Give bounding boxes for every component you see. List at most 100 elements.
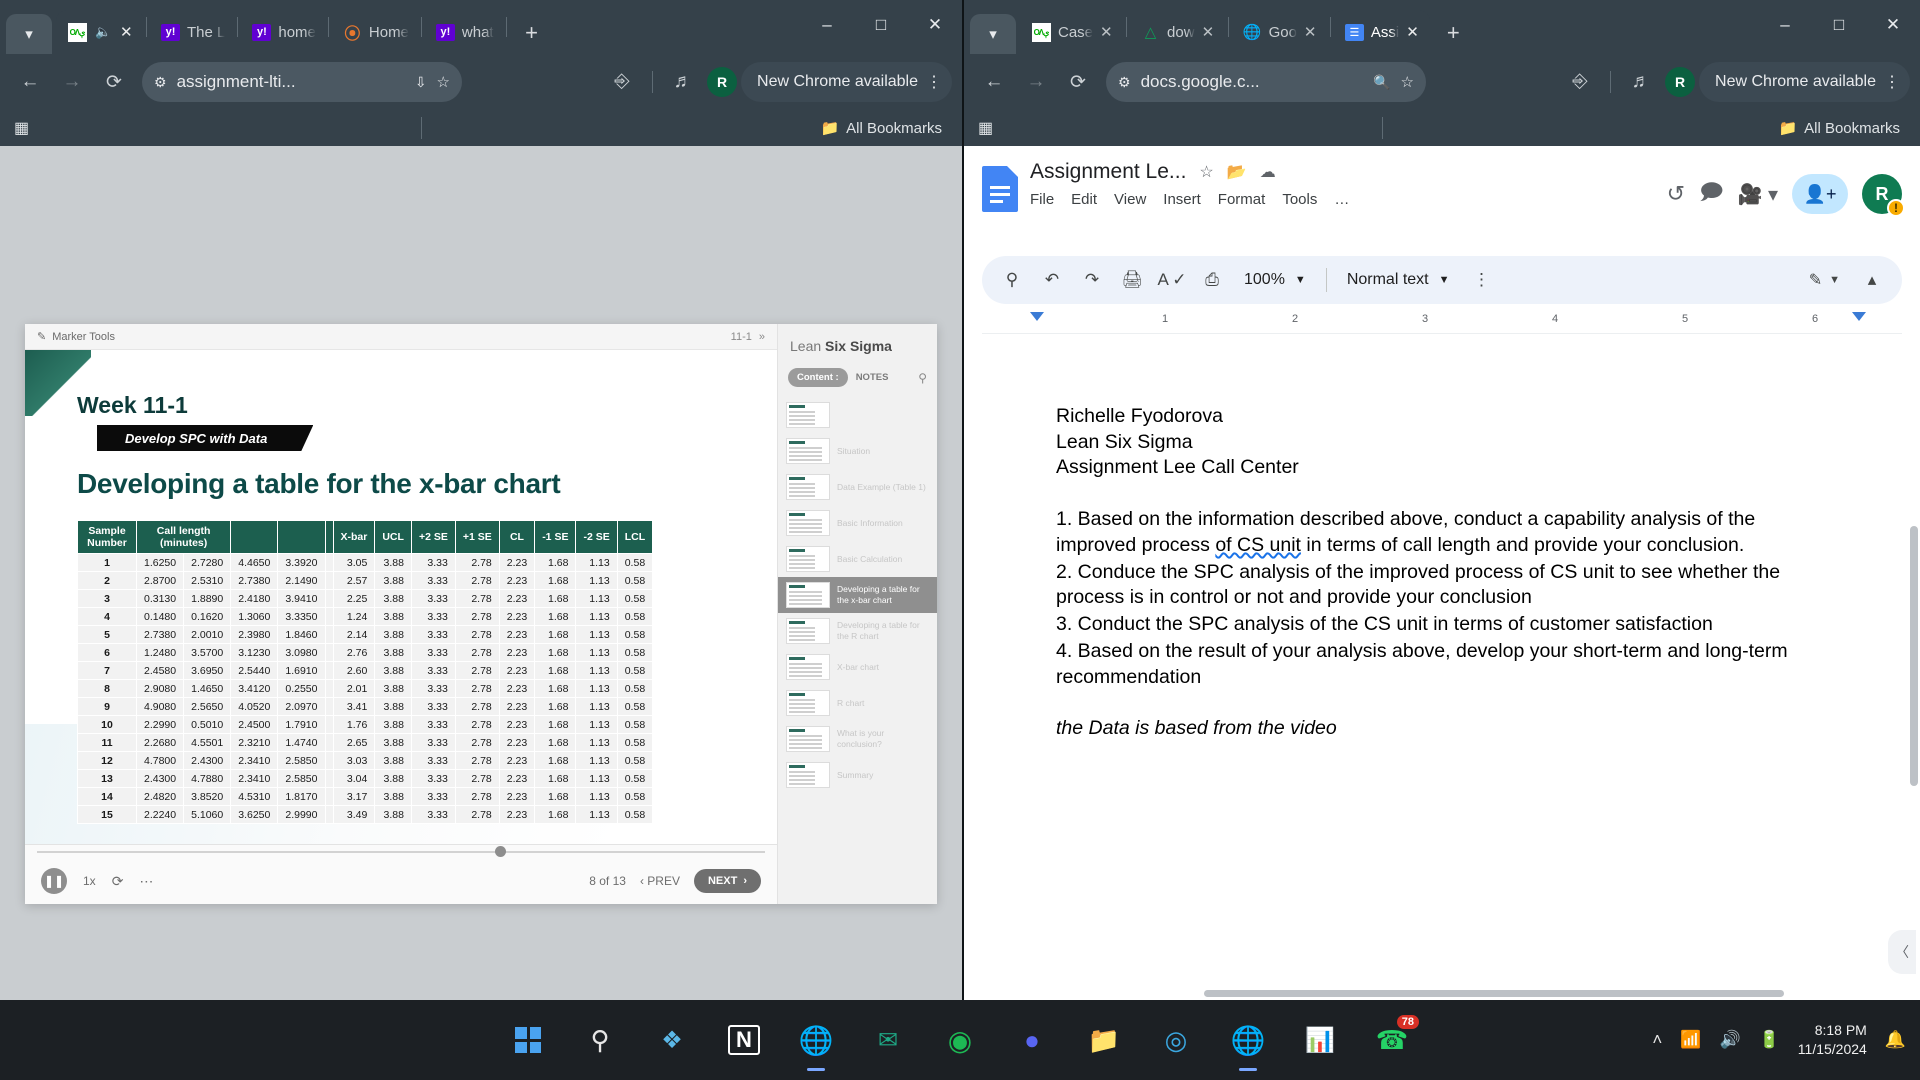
address-bar-left[interactable]: ⚙ assignment-lti... ⇩ ☆ xyxy=(142,62,462,102)
slide-thumb-item[interactable]: Situation xyxy=(778,433,937,469)
tab-right-3[interactable]: ☰ Assi ✕ xyxy=(1332,10,1431,54)
slide-thumb-item[interactable]: Basic Calculation xyxy=(778,541,937,577)
collapse-toolbar-icon[interactable]: ▴ xyxy=(1854,262,1890,298)
close-tab-icon[interactable]: ✕ xyxy=(1304,23,1318,41)
replay-icon[interactable]: ⟳ xyxy=(112,873,124,890)
back-icon[interactable]: ← xyxy=(974,62,1014,102)
slide-thumb-item[interactable]: Developing a table for the R chart xyxy=(778,613,937,649)
close-window-button[interactable]: ✕ xyxy=(1866,0,1920,50)
star-icon[interactable]: ☆ xyxy=(1199,162,1213,182)
taskbar-chrome[interactable]: 🌐 xyxy=(793,1017,839,1063)
tab-left-2[interactable]: y! home xyxy=(240,10,326,54)
close-tab-icon[interactable]: ✕ xyxy=(1406,23,1420,41)
search-icon[interactable]: ⚲ xyxy=(918,371,927,385)
media-controls-icon[interactable]: ♬ xyxy=(1621,62,1661,102)
menu-view[interactable]: View xyxy=(1114,191,1146,208)
next-button[interactable]: NEXT › xyxy=(693,869,761,893)
pause-button[interactable]: ❚❚ xyxy=(41,868,67,894)
reload-icon[interactable]: ⟳ xyxy=(1058,62,1098,102)
extensions-icon[interactable]: ⎆ xyxy=(1560,62,1600,102)
editing-mode-button[interactable]: ✎ ▼ xyxy=(1799,262,1850,298)
horizontal-scrollbar-area[interactable] xyxy=(964,988,1920,998)
close-window-button[interactable]: ✕ xyxy=(908,0,962,50)
tab-left-3[interactable]: ⦿ Home xyxy=(331,10,419,54)
apps-grid-icon[interactable]: ▦ xyxy=(14,118,29,138)
forward-icon[interactable]: → xyxy=(52,62,92,102)
left-indent-marker[interactable] xyxy=(1030,312,1044,321)
move-to-folder-icon[interactable]: 📂 xyxy=(1227,162,1247,182)
document-page[interactable]: Richelle Fyodorova Lean Six Sigma Assign… xyxy=(992,348,1892,797)
slide-thumb-item[interactable]: Basic Information xyxy=(778,505,937,541)
taskbar-whatsapp[interactable]: ☎ 78 xyxy=(1369,1015,1419,1063)
print-icon[interactable]: 🖨 xyxy=(1114,262,1150,298)
minimize-button[interactable]: – xyxy=(1758,0,1812,50)
taskbar-file-explorer[interactable]: 📁 xyxy=(1081,1017,1127,1063)
tab-right-2[interactable]: 🌐 Goo ✕ xyxy=(1231,10,1328,54)
horizontal-scrollbar-thumb[interactable] xyxy=(1204,990,1784,997)
playback-speed[interactable]: 1x xyxy=(83,874,96,888)
search-icon[interactable]: ⚲ xyxy=(994,262,1030,298)
taskbar-charts-app[interactable]: 📊 xyxy=(1297,1017,1343,1063)
slide-thumb-item[interactable]: R chart xyxy=(778,685,937,721)
menu-more[interactable]: … xyxy=(1334,191,1349,208)
avatar[interactable]: R ! xyxy=(1862,174,1905,217)
slide-thumb-item[interactable]: Summary xyxy=(778,757,937,793)
taskbar-copilot[interactable]: ❖ xyxy=(649,1017,695,1063)
version-history-icon[interactable]: ↺ xyxy=(1667,181,1685,207)
audio-playing-icon[interactable]: 🔈 xyxy=(94,23,113,42)
tab-right-0[interactable]: OΛې Case ✕ xyxy=(1020,10,1124,54)
tab-content[interactable]: Content : xyxy=(788,368,848,387)
new-tab-button[interactable]: + xyxy=(515,16,549,50)
tray-chevron-icon[interactable]: ˄ xyxy=(1652,1030,1662,1050)
tab-left-1[interactable]: y! The L xyxy=(149,10,235,54)
prev-button[interactable]: ‹ PREV xyxy=(640,874,680,888)
maximize-button[interactable]: □ xyxy=(1812,0,1866,50)
taskbar-search[interactable]: ⚲ xyxy=(577,1017,623,1063)
redo-icon[interactable]: ↷ xyxy=(1074,262,1110,298)
right-indent-marker[interactable] xyxy=(1852,312,1866,321)
taskbar-mail[interactable]: ✉ xyxy=(865,1017,911,1063)
volume-icon[interactable]: 🔊 xyxy=(1719,1030,1740,1050)
text-style-selector[interactable]: Normal text ▼ xyxy=(1337,262,1460,298)
profile-avatar[interactable]: R xyxy=(1665,67,1696,97)
reload-icon[interactable]: ⟳ xyxy=(94,62,134,102)
menu-insert[interactable]: Insert xyxy=(1163,191,1201,208)
bookmark-star-icon[interactable]: ☆ xyxy=(437,73,450,91)
slide-thumb-item[interactable]: X-bar chart xyxy=(778,649,937,685)
more-options-icon[interactable]: ⋯ xyxy=(139,873,153,890)
more-menu-icon[interactable]: ⋮ xyxy=(926,72,942,92)
expand-icon[interactable]: » xyxy=(759,331,765,343)
docs-ruler[interactable]: 1 2 3 4 5 6 xyxy=(982,312,1902,334)
bookmark-star-icon[interactable]: ☆ xyxy=(1401,73,1414,91)
notifications-bell-icon[interactable]: 🔔 xyxy=(1885,1030,1906,1050)
menu-format[interactable]: Format xyxy=(1218,191,1266,208)
battery-icon[interactable]: 🔋 xyxy=(1759,1030,1780,1050)
spellcheck-icon[interactable]: A ✓ xyxy=(1154,262,1190,298)
undo-icon[interactable]: ↶ xyxy=(1034,262,1070,298)
all-bookmarks-button[interactable]: 📁 All Bookmarks xyxy=(1778,119,1906,138)
tab-left-4[interactable]: y! what xyxy=(424,10,504,54)
paint-format-icon[interactable]: ⎙ xyxy=(1194,262,1230,298)
zoom-out-icon[interactable]: 🔍 xyxy=(1373,74,1390,91)
apps-grid-icon[interactable]: ▦ xyxy=(978,118,993,138)
taskbar-chrome-active[interactable]: 🌐 xyxy=(1225,1017,1271,1063)
media-controls-icon[interactable]: ♬ xyxy=(663,62,703,102)
zoom-selector[interactable]: 100% ▼ xyxy=(1234,262,1316,298)
all-bookmarks-button[interactable]: 📁 All Bookmarks xyxy=(820,119,948,138)
tab-left-0[interactable]: OΛې 🔈 ✕ xyxy=(56,10,144,54)
taskbar-start-windows[interactable] xyxy=(505,1017,551,1063)
minimize-button[interactable]: – xyxy=(800,0,854,50)
menu-file[interactable]: File xyxy=(1030,191,1054,208)
taskbar-notion[interactable]: N xyxy=(721,1017,767,1063)
comments-icon[interactable]: 🗩 xyxy=(1699,175,1723,213)
close-tab-icon[interactable]: ✕ xyxy=(1100,23,1114,41)
tab-search-button[interactable]: ▾ xyxy=(6,14,52,54)
slide-thumb-item[interactable] xyxy=(778,397,937,433)
slide-scrollbar[interactable] xyxy=(25,844,777,858)
scroll-knob[interactable] xyxy=(495,846,506,857)
vertical-scrollbar[interactable] xyxy=(1910,526,1918,786)
menu-tools[interactable]: Tools xyxy=(1282,191,1317,208)
more-toolbar-icon[interactable]: ⋮ xyxy=(1464,262,1500,298)
maximize-button[interactable]: □ xyxy=(854,0,908,50)
site-settings-icon[interactable]: ⚙ xyxy=(1118,74,1131,91)
